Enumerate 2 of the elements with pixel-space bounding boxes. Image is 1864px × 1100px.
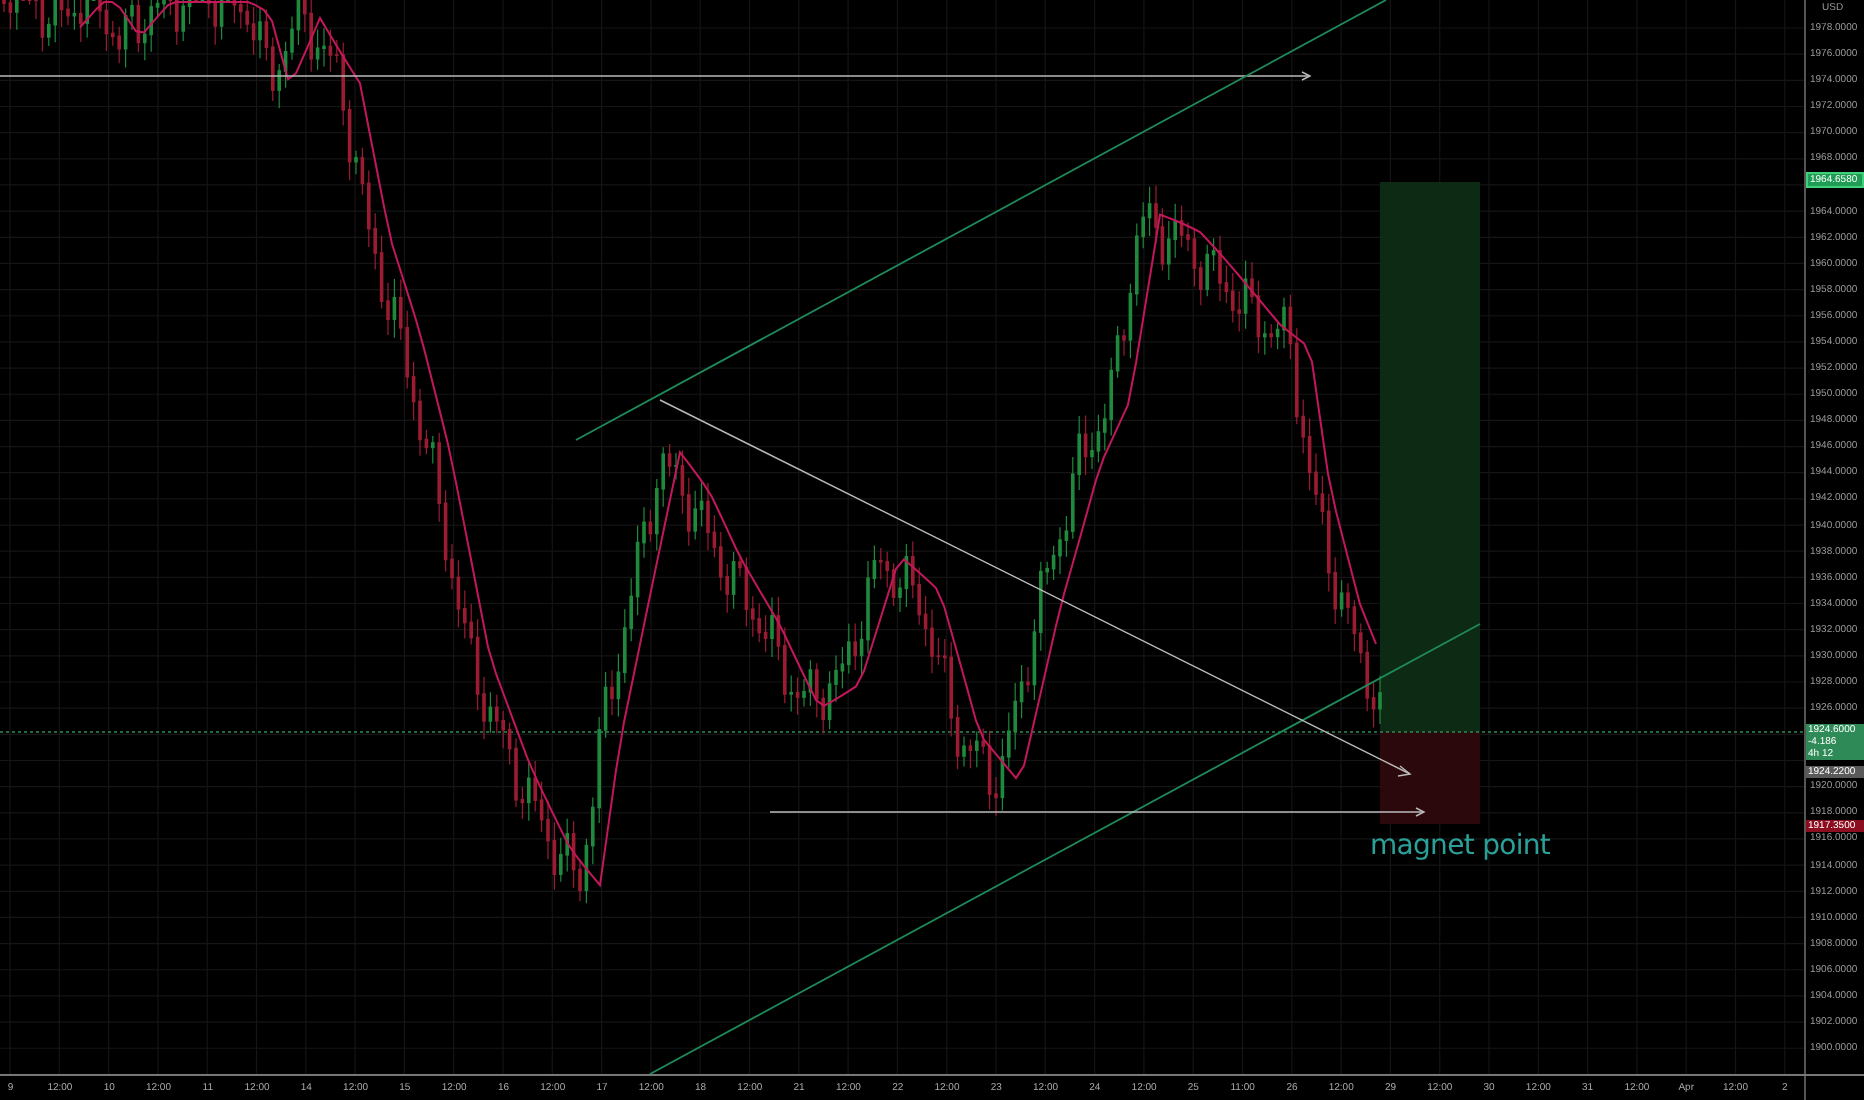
loss-zone — [1380, 732, 1480, 824]
chart-annotation: magnet point — [1370, 828, 1551, 866]
